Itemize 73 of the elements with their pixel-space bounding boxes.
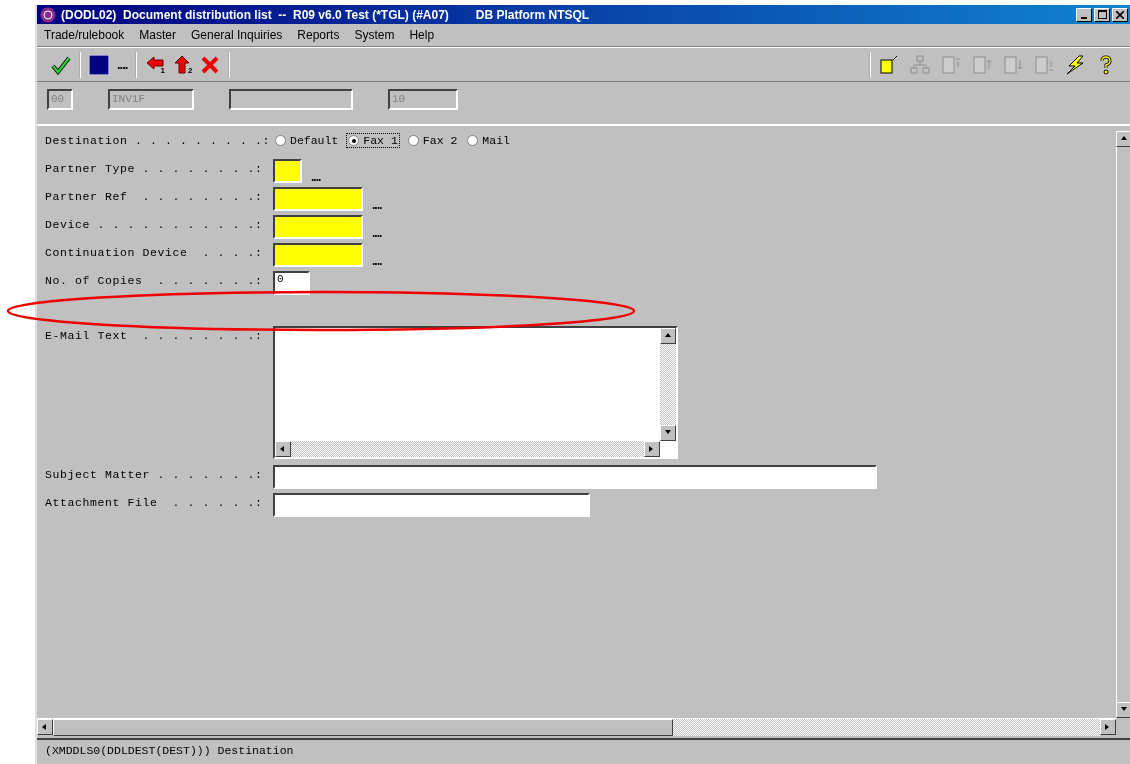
checkmark-icon — [51, 54, 71, 75]
field-label: Partner Ref . . . . . . . .: — [45, 189, 264, 203]
app-logo-icon — [40, 6, 56, 23]
radio-option[interactable]: Fax 1 — [346, 133, 400, 148]
input-field[interactable] — [273, 215, 363, 239]
toolbar-button[interactable] — [51, 54, 71, 75]
hierarchy-icon — [910, 54, 930, 75]
left-triangle-icon — [279, 445, 287, 453]
menu-item[interactable]: Master — [138, 28, 177, 42]
document-top-icon — [941, 54, 961, 75]
lookup-button[interactable]: .... — [372, 227, 382, 239]
menu-item[interactable]: System — [353, 28, 396, 42]
document-bottom-icon — [1034, 54, 1054, 75]
up-triangle-icon — [664, 332, 672, 340]
lightning-icon — [1065, 54, 1085, 75]
color-swatch-icon — [89, 54, 109, 75]
field-label: E-Mail Text . . . . . . . .: — [45, 328, 264, 342]
field-label: Continuation Device . . . .: — [45, 245, 264, 259]
radio-button[interactable] — [275, 135, 286, 146]
scroll-right-button[interactable] — [1100, 719, 1116, 735]
lookup-button[interactable]: .... — [372, 199, 382, 211]
close-icon — [200, 54, 221, 75]
scrollbar-thumb[interactable] — [53, 719, 673, 736]
radio-option[interactable]: Default — [273, 133, 341, 148]
scroll-left-button[interactable] — [37, 719, 53, 735]
minimize-button[interactable] — [1076, 7, 1092, 22]
scroll-down-button[interactable] — [1116, 702, 1130, 718]
window-title: (DODL02) Document distribution list -- R09 v6.0 Test (*TGL) (#A07) — [61, 7, 449, 22]
field-label: Device . . . . . . . . . . .: — [45, 217, 264, 231]
radio-button[interactable] — [467, 135, 479, 146]
radio-option[interactable]: Mail — [465, 133, 512, 148]
menu-item[interactable]: Trade/rulebook — [43, 28, 126, 42]
radio-button[interactable] — [348, 135, 360, 146]
new-document-icon — [879, 54, 899, 75]
scroll-left-button[interactable] — [275, 441, 291, 457]
maximize-button[interactable] — [1094, 7, 1110, 22]
radio-button[interactable] — [407, 135, 419, 146]
left-triangle-icon — [41, 723, 49, 731]
input-field[interactable] — [273, 493, 590, 517]
menu-item[interactable]: Reports — [296, 28, 341, 42]
field-label: No. of Copies . . . . . . .: — [45, 273, 264, 287]
lookup-button[interactable]: .... — [311, 171, 321, 183]
close-button[interactable] — [1112, 7, 1128, 22]
input-field[interactable]: 0 — [273, 271, 310, 295]
text-area[interactable] — [273, 326, 678, 459]
scroll-up-button[interactable] — [660, 328, 676, 344]
scroll-up-button[interactable] — [1116, 131, 1130, 147]
menu-item[interactable]: Help — [408, 28, 436, 42]
up-triangle-icon — [1120, 135, 1128, 143]
more-button[interactable]: .... — [117, 57, 128, 72]
field-label: Attachment File . . . . . .: — [45, 495, 264, 509]
document-down-icon — [1003, 54, 1023, 75]
field-label: Destination . . . . . . . . .: — [45, 133, 272, 147]
field-label: Subject Matter . . . . . . .: — [45, 467, 264, 481]
scroll-down-button[interactable] — [660, 425, 676, 441]
minimize-icon — [1081, 16, 1087, 19]
menu-item[interactable]: General Inquiries — [189, 28, 284, 42]
maximize-icon — [1097, 10, 1107, 19]
scroll-right-button[interactable] — [644, 441, 660, 457]
toolbar-button[interactable]: 1 — [145, 54, 165, 75]
input-field[interactable] — [273, 187, 363, 211]
field-label: Partner Type . . . . . . . .: — [45, 161, 264, 175]
input-field[interactable] — [273, 465, 877, 489]
close-icon — [1116, 10, 1124, 19]
lookup-button[interactable]: .... — [372, 255, 382, 267]
radio-option[interactable]: Fax 2 — [405, 133, 460, 148]
document-up-icon — [972, 54, 992, 75]
status-bar: (XMDDLS0(DDLDEST(DEST))) Destination — [37, 738, 1130, 760]
input-field[interactable] — [273, 159, 302, 183]
toolbar-button[interactable] — [1065, 54, 1085, 75]
platform-label: DB Platform NTSQL — [475, 7, 590, 22]
input-field[interactable] — [273, 243, 363, 267]
toolbar-button[interactable]: 2 — [172, 54, 193, 75]
